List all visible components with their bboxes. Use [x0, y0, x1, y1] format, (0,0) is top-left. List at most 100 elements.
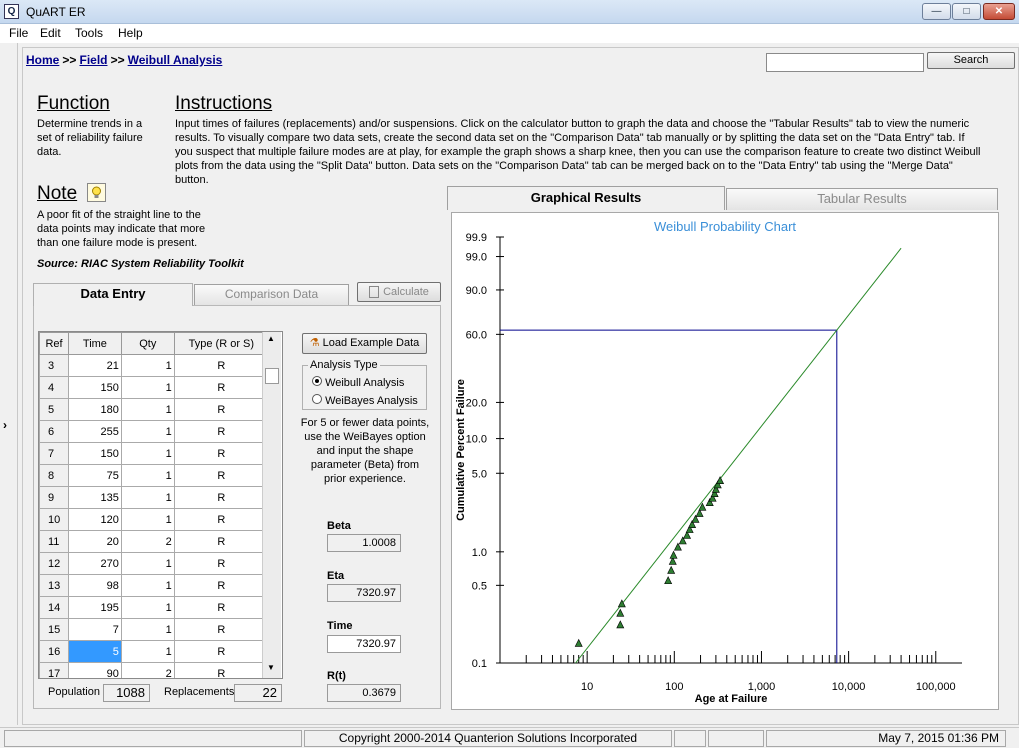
row-ref: 17: [39, 662, 69, 678]
search-input[interactable]: [766, 53, 924, 72]
row-time[interactable]: 270: [68, 552, 122, 575]
scroll-down-icon[interactable]: ▼: [267, 663, 275, 672]
row-ref: 5: [39, 398, 69, 421]
row-type[interactable]: R: [173, 442, 270, 465]
table-row[interactable]: 5 180 1 R: [39, 398, 270, 421]
breadcrumb-home[interactable]: Home: [26, 53, 59, 67]
data-point: [616, 620, 625, 629]
table-row[interactable]: 16 5 1 R: [39, 640, 270, 663]
row-type[interactable]: R: [173, 596, 270, 619]
row-qty[interactable]: 2: [120, 662, 175, 678]
row-qty[interactable]: 1: [120, 398, 175, 421]
y-tick-label: 90.0: [466, 285, 487, 297]
row-time[interactable]: 180: [68, 398, 122, 421]
load-example-button[interactable]: ⚗ Load Example Data: [302, 333, 427, 354]
row-ref: 4: [39, 376, 69, 399]
maximize-button[interactable]: □: [952, 3, 981, 20]
tab-tabular-results[interactable]: Tabular Results: [726, 188, 998, 210]
scroll-up-icon[interactable]: ▲: [267, 334, 275, 343]
row-type[interactable]: R: [173, 530, 270, 553]
row-time[interactable]: 5: [68, 640, 122, 663]
row-type[interactable]: R: [173, 464, 270, 487]
row-type[interactable]: R: [173, 508, 270, 531]
row-time[interactable]: 75: [68, 464, 122, 487]
radio-weibull[interactable]: Weibull Analysis: [312, 376, 404, 389]
time-input[interactable]: 7320.97: [327, 635, 401, 653]
row-type[interactable]: R: [173, 618, 270, 641]
breadcrumb-field[interactable]: Field: [79, 53, 107, 67]
table-row[interactable]: 12 270 1 R: [39, 552, 270, 575]
row-qty[interactable]: 1: [120, 596, 175, 619]
row-time[interactable]: 7: [68, 618, 122, 641]
row-qty[interactable]: 1: [120, 354, 175, 377]
row-type[interactable]: R: [173, 486, 270, 509]
radio-weibayes-indicator[interactable]: [312, 394, 322, 404]
row-type[interactable]: R: [173, 662, 270, 678]
row-time[interactable]: 21: [68, 354, 122, 377]
table-row[interactable]: 6 255 1 R: [39, 420, 270, 443]
row-type[interactable]: R: [173, 552, 270, 575]
row-time[interactable]: 135: [68, 486, 122, 509]
row-time[interactable]: 90: [68, 662, 122, 678]
row-qty[interactable]: 1: [120, 618, 175, 641]
table-row[interactable]: 10 120 1 R: [39, 508, 270, 531]
table-row[interactable]: 14 195 1 R: [39, 596, 270, 619]
row-time[interactable]: 98: [68, 574, 122, 597]
x-tick-label: 100: [665, 681, 683, 693]
tab-comparison-data[interactable]: Comparison Data: [194, 284, 349, 305]
row-qty[interactable]: 1: [120, 420, 175, 443]
minimize-button[interactable]: —: [922, 3, 951, 20]
data-grid[interactable]: Ref Time Qty Type (R or S) 3 21 1 R 4 150 1 R 5 1…: [38, 331, 283, 679]
row-qty[interactable]: 1: [120, 574, 175, 597]
side-collapse-strip[interactable]: ›: [0, 43, 18, 725]
menu-edit[interactable]: Edit: [40, 26, 61, 40]
radio-weibayes[interactable]: WeiBayes Analysis: [312, 394, 418, 407]
table-row[interactable]: 8 75 1 R: [39, 464, 270, 487]
row-time[interactable]: 20: [68, 530, 122, 553]
table-row[interactable]: 15 7 1 R: [39, 618, 270, 641]
scroll-thumb[interactable]: [265, 368, 279, 384]
table-row[interactable]: 9 135 1 R: [39, 486, 270, 509]
row-time[interactable]: 195: [68, 596, 122, 619]
row-type[interactable]: R: [173, 354, 270, 377]
menu-help[interactable]: Help: [118, 26, 143, 40]
calculate-button[interactable]: Calculate: [357, 282, 441, 302]
row-qty[interactable]: 1: [120, 508, 175, 531]
radio-weibull-indicator[interactable]: [312, 376, 322, 386]
row-qty[interactable]: 1: [120, 464, 175, 487]
lightbulb-icon[interactable]: [87, 183, 106, 202]
tab-graphical-results[interactable]: Graphical Results: [447, 186, 725, 210]
row-time[interactable]: 255: [68, 420, 122, 443]
tab-data-entry[interactable]: Data Entry: [33, 283, 193, 306]
y-tick-label: 20.0: [466, 397, 487, 409]
close-button[interactable]: ✕: [983, 3, 1015, 20]
menu-file[interactable]: File: [9, 26, 28, 40]
table-row[interactable]: 11 20 2 R: [39, 530, 270, 553]
row-time[interactable]: 150: [68, 442, 122, 465]
grid-scrollbar[interactable]: ▲ ▼: [262, 332, 281, 678]
table-row[interactable]: 17 90 2 R: [39, 662, 270, 678]
search-button[interactable]: Search: [927, 52, 1015, 69]
row-type[interactable]: R: [173, 420, 270, 443]
row-time[interactable]: 150: [68, 376, 122, 399]
col-qty: Qty: [120, 332, 175, 355]
table-row[interactable]: 13 98 1 R: [39, 574, 270, 597]
row-type[interactable]: R: [173, 574, 270, 597]
table-row[interactable]: 7 150 1 R: [39, 442, 270, 465]
row-qty[interactable]: 1: [120, 442, 175, 465]
radio-weibayes-label: WeiBayes Analysis: [325, 395, 418, 407]
row-qty[interactable]: 2: [120, 530, 175, 553]
row-type[interactable]: R: [173, 376, 270, 399]
breadcrumb-current[interactable]: Weibull Analysis: [128, 53, 223, 67]
table-row[interactable]: 3 21 1 R: [39, 354, 270, 377]
expand-arrow-icon[interactable]: ›: [3, 418, 7, 432]
table-row[interactable]: 4 150 1 R: [39, 376, 270, 399]
row-qty[interactable]: 1: [120, 376, 175, 399]
row-type[interactable]: R: [173, 398, 270, 421]
row-qty[interactable]: 1: [120, 486, 175, 509]
menu-tools[interactable]: Tools: [75, 26, 103, 40]
row-time[interactable]: 120: [68, 508, 122, 531]
row-qty[interactable]: 1: [120, 640, 175, 663]
row-type[interactable]: R: [173, 640, 270, 663]
row-qty[interactable]: 1: [120, 552, 175, 575]
